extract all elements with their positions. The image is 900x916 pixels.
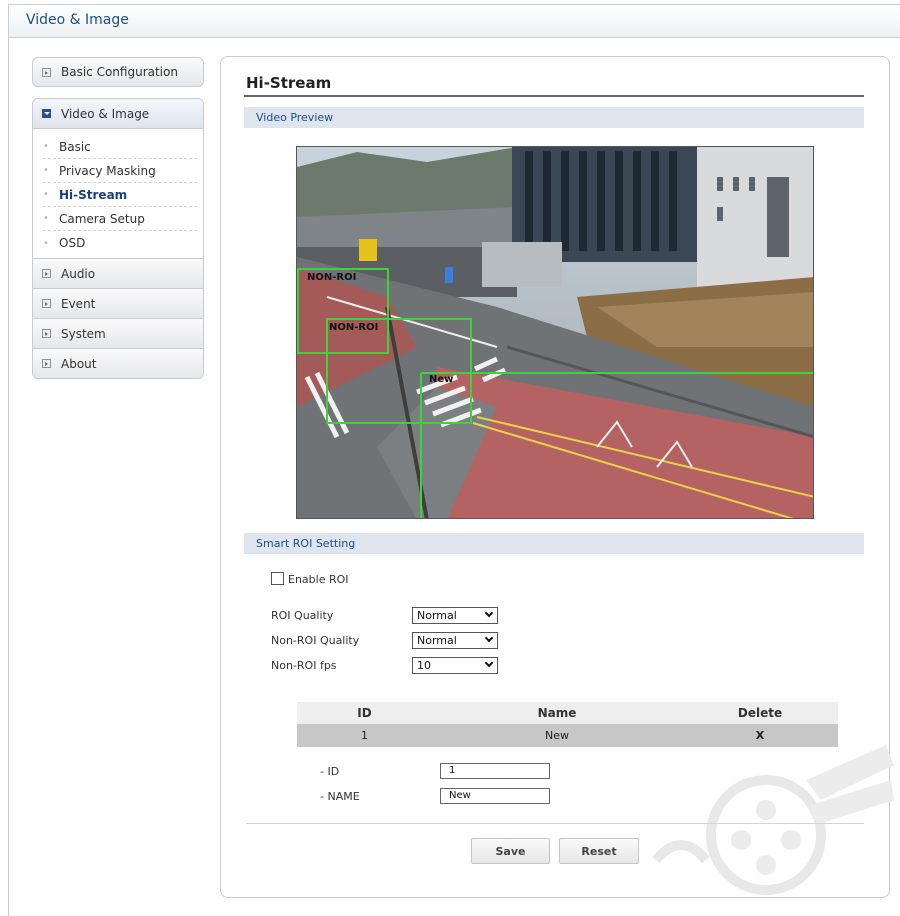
non-roi-fps-select[interactable]: 10 xyxy=(412,657,498,674)
sidebar-subitem-basic[interactable]: • Basic xyxy=(43,135,197,159)
bullet-icon: • xyxy=(43,213,49,224)
app-header: Video & Image xyxy=(8,4,900,38)
sidebar-item-system[interactable]: System xyxy=(33,318,203,348)
roi-quality-select[interactable]: Normal xyxy=(412,607,498,624)
sidebar-item-video-image[interactable]: Video & Image xyxy=(33,99,203,129)
title-divider xyxy=(244,95,864,97)
non-roi-quality-label: Non-ROI Quality xyxy=(271,634,360,647)
sidebar-item-audio[interactable]: Audio xyxy=(33,258,203,288)
enable-roi-label: Enable ROI xyxy=(288,573,349,586)
sidebar-subitem-label: Camera Setup xyxy=(59,211,145,226)
save-button[interactable]: Save xyxy=(471,838,550,864)
sidebar-subitem-osd[interactable]: • OSD xyxy=(43,231,197,255)
sidebar-item-event[interactable]: Event xyxy=(33,288,203,318)
expand-icon xyxy=(42,269,51,278)
cell-id: 1 xyxy=(297,724,432,747)
roi-id-field[interactable]: 1 xyxy=(440,763,550,779)
sidebar-item-label: Basic Configuration xyxy=(61,65,178,79)
camera-scene-image: NON-ROI NON-ROI New xyxy=(297,147,813,518)
sidebar-subitem-label: Privacy Masking xyxy=(59,163,156,178)
column-header-name: Name xyxy=(432,702,682,724)
expand-icon xyxy=(42,67,51,77)
roi-name-field[interactable]: New xyxy=(440,788,550,804)
roi-quality-label: ROI Quality xyxy=(271,609,334,622)
non-roi-fps-label: Non-ROI fps xyxy=(271,659,337,672)
sidebar-item-label: Event xyxy=(61,296,96,311)
sidebar-subitem-label: OSD xyxy=(59,236,86,250)
roi-label-top: NON-ROI xyxy=(307,272,356,283)
section-smart-roi: Smart ROI Setting xyxy=(244,533,864,554)
section-video-preview: Video Preview xyxy=(244,107,864,128)
expand-icon xyxy=(42,359,51,368)
form-divider xyxy=(246,823,864,824)
non-roi-quality-select[interactable]: Normal xyxy=(412,632,498,649)
roi-quality-value: Normal xyxy=(417,609,457,622)
reset-button[interactable]: Reset xyxy=(559,838,639,864)
expand-icon xyxy=(42,299,51,308)
sidebar: Basic Configuration Video & Image • Basic… xyxy=(32,57,204,379)
bullet-icon: • xyxy=(43,237,49,249)
sidebar-group-video-image: Video & Image • Basic • Privacy Masking • H… xyxy=(32,98,204,379)
collapse-icon xyxy=(42,109,51,118)
bullet-icon: • xyxy=(43,165,49,176)
sidebar-submenu: • Basic • Privacy Masking • Hi-Stream • Came… xyxy=(33,129,203,258)
enable-roi-checkbox[interactable] xyxy=(271,572,284,585)
table-header-row: ID Name Delete xyxy=(297,702,838,724)
sidebar-subitem-hi-stream[interactable]: • Hi-Stream xyxy=(43,183,197,207)
film-reel-watermark-icon xyxy=(652,745,894,895)
sidebar-subitem-camera-setup[interactable]: • Camera Setup xyxy=(43,207,197,231)
column-header-delete: Delete xyxy=(682,702,838,724)
bullet-icon: • xyxy=(43,141,49,152)
expand-icon xyxy=(42,329,51,338)
sidebar-item-label: Audio xyxy=(61,266,96,281)
chevron-down-icon xyxy=(484,608,494,618)
non-roi-quality-value: Normal xyxy=(417,634,457,647)
sidebar-item-about[interactable]: About xyxy=(33,348,203,378)
sidebar-item-label: About xyxy=(61,356,97,371)
video-preview[interactable]: NON-ROI NON-ROI New xyxy=(296,146,814,519)
sidebar-subitem-label: Hi-Stream xyxy=(59,187,128,202)
sidebar-item-label: Video & Image xyxy=(61,106,150,121)
page-title: Hi-Stream xyxy=(246,74,332,92)
roi-name-label: - NAME xyxy=(320,790,360,803)
sidebar-item-basic-configuration[interactable]: Basic Configuration xyxy=(32,57,204,87)
frame-border xyxy=(8,37,9,916)
bullet-icon: • xyxy=(43,189,49,200)
chevron-down-icon xyxy=(484,658,494,668)
roi-label-non-roi: NON-ROI xyxy=(329,322,378,333)
chevron-down-icon xyxy=(484,633,494,643)
sidebar-subitem-label: Basic xyxy=(59,139,91,154)
sidebar-item-label: System xyxy=(61,326,106,341)
roi-id-label: - ID xyxy=(320,765,340,778)
app-title: Video & Image xyxy=(26,12,129,28)
sidebar-subitem-privacy-masking[interactable]: • Privacy Masking xyxy=(43,159,197,183)
roi-label-new: New xyxy=(429,374,453,385)
column-header-id: ID xyxy=(297,702,432,724)
non-roi-fps-value: 10 xyxy=(417,659,431,672)
